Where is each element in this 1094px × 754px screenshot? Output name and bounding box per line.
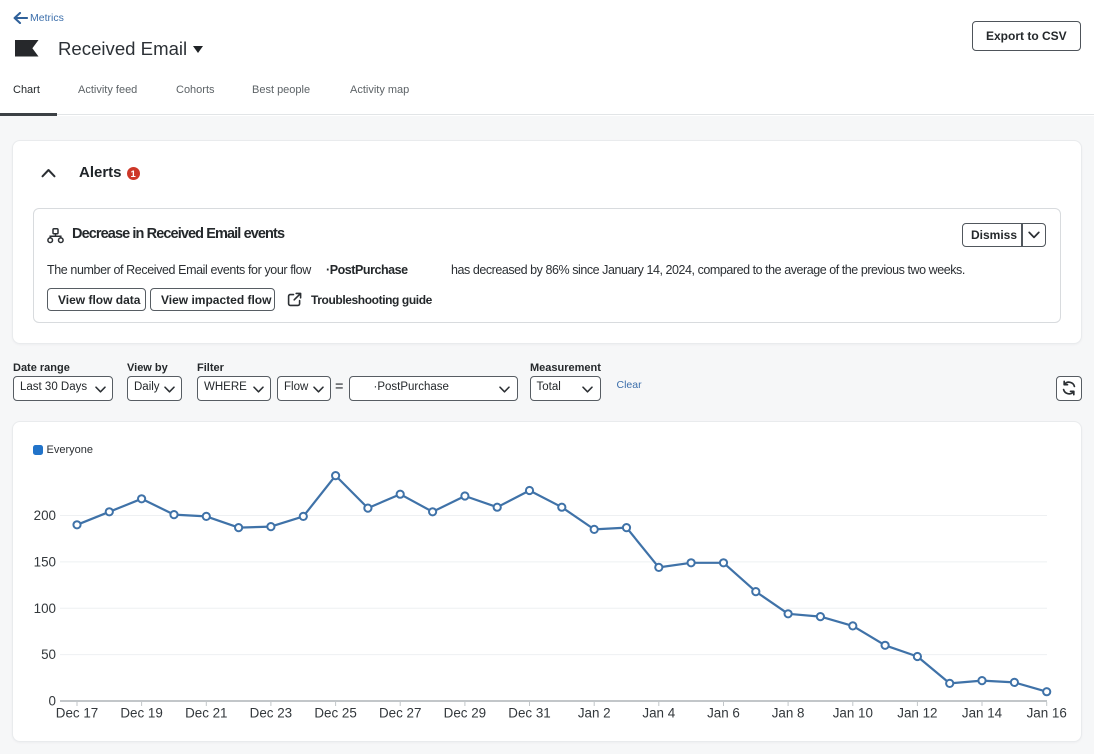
svg-text:200: 200 bbox=[34, 508, 56, 523]
svg-text:150: 150 bbox=[34, 554, 56, 569]
svg-text:Dec 19: Dec 19 bbox=[120, 706, 162, 721]
svg-text:Jan 2: Jan 2 bbox=[578, 706, 611, 721]
svg-text:Jan 16: Jan 16 bbox=[1027, 706, 1067, 721]
svg-text:Dec 29: Dec 29 bbox=[444, 706, 486, 721]
svg-text:Jan 10: Jan 10 bbox=[833, 706, 873, 721]
svg-text:Jan 6: Jan 6 bbox=[707, 706, 740, 721]
svg-text:Jan 4: Jan 4 bbox=[642, 706, 675, 721]
svg-text:Dec 31: Dec 31 bbox=[508, 706, 550, 721]
svg-text:Dec 17: Dec 17 bbox=[56, 706, 98, 721]
svg-text:Dec 23: Dec 23 bbox=[250, 706, 292, 721]
svg-text:50: 50 bbox=[41, 647, 56, 662]
svg-text:Jan 8: Jan 8 bbox=[772, 706, 805, 721]
svg-text:Dec 27: Dec 27 bbox=[379, 706, 421, 721]
svg-text:Dec 25: Dec 25 bbox=[314, 706, 356, 721]
svg-text:Jan 14: Jan 14 bbox=[962, 706, 1003, 721]
svg-text:Dec 21: Dec 21 bbox=[185, 706, 227, 721]
svg-text:100: 100 bbox=[34, 601, 56, 616]
svg-text:Jan 12: Jan 12 bbox=[897, 706, 937, 721]
